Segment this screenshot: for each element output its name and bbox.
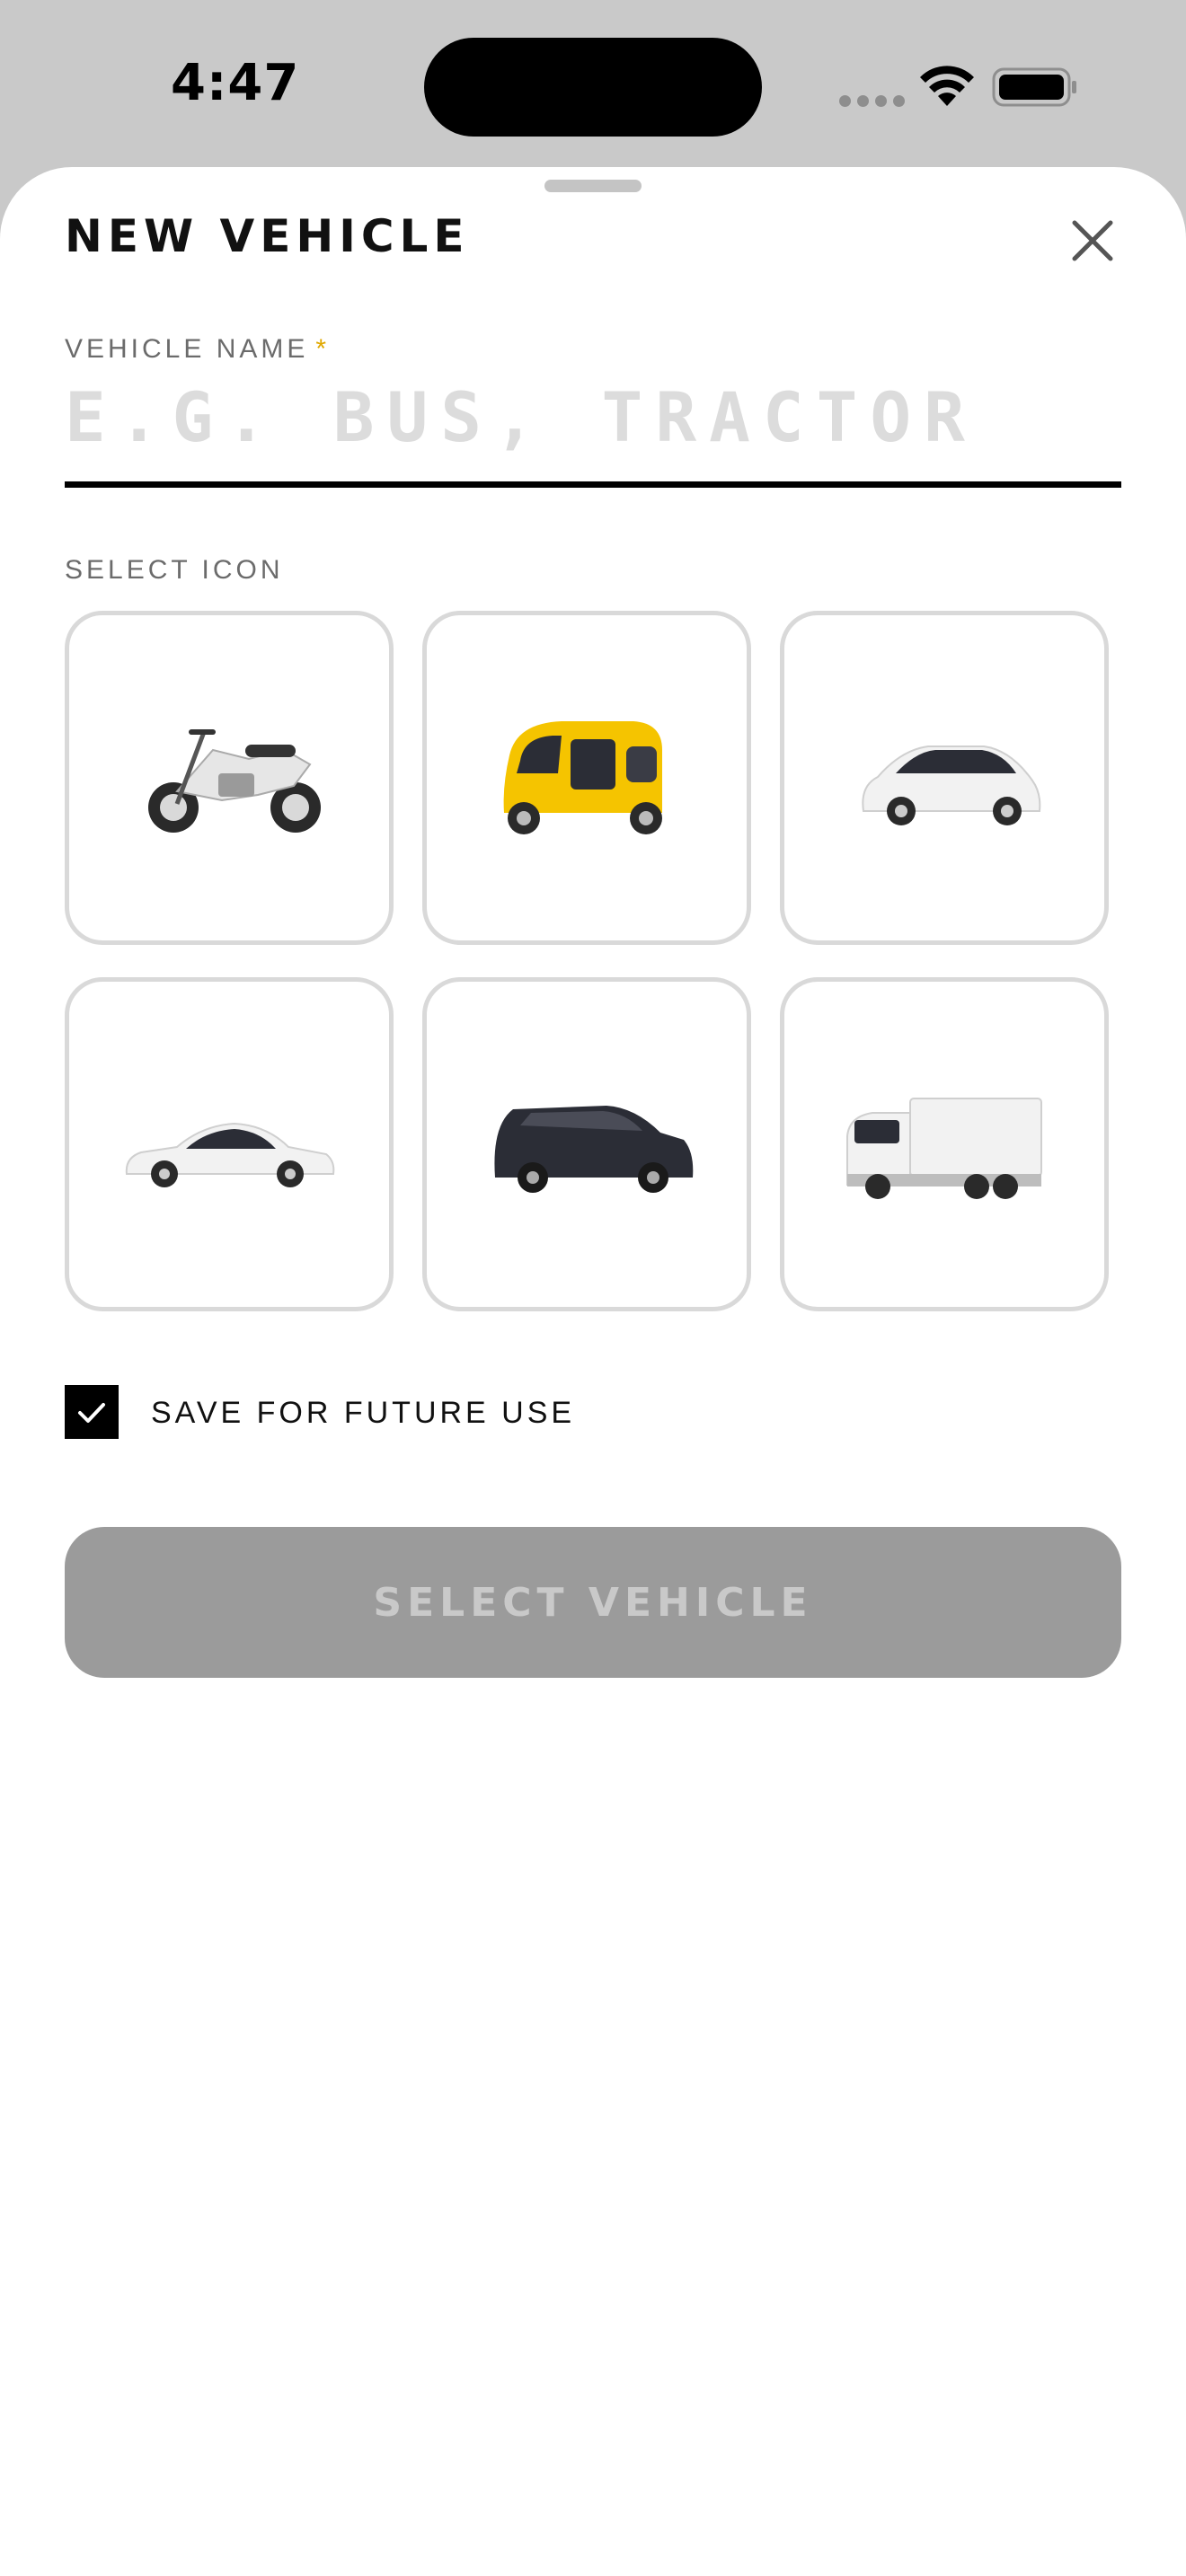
icon-tile-motorcycle[interactable] bbox=[65, 611, 394, 945]
required-marker: * bbox=[315, 334, 331, 364]
vehicle-name-input[interactable] bbox=[65, 370, 1121, 463]
hatchback-car-icon bbox=[862, 745, 1041, 825]
select-icon-label: SELECT ICON bbox=[65, 555, 284, 585]
vehicle-name-label-text: VEHICLE NAME bbox=[65, 334, 309, 364]
battery-icon bbox=[992, 67, 1076, 107]
auto-rickshaw-icon bbox=[503, 721, 662, 834]
save-checkbox[interactable] bbox=[65, 1385, 119, 1439]
sheet-title: NEW VEHICLE bbox=[65, 210, 470, 262]
status-time: 4:47 bbox=[171, 54, 300, 112]
icon-grid bbox=[65, 611, 1121, 1320]
icon-tile-hatchback[interactable] bbox=[780, 611, 1109, 945]
suv-car-icon bbox=[494, 1106, 694, 1193]
sheet-grabber[interactable] bbox=[544, 180, 642, 192]
truck-icon bbox=[846, 1098, 1042, 1199]
dynamic-island bbox=[424, 38, 762, 137]
status-bar: 4:47 bbox=[0, 0, 1186, 171]
icon-tile-suv[interactable] bbox=[422, 977, 751, 1311]
wifi-icon bbox=[920, 66, 974, 106]
save-for-future-label: SAVE FOR FUTURE USE bbox=[151, 1396, 576, 1430]
motorcycle-icon bbox=[148, 729, 321, 833]
signal-icon bbox=[839, 95, 913, 108]
new-vehicle-sheet: NEW VEHICLE VEHICLE NAME* SELECT ICON bbox=[0, 167, 1186, 2576]
input-underline bbox=[65, 481, 1121, 488]
checkmark-icon bbox=[78, 1403, 105, 1423]
icon-tile-truck[interactable] bbox=[780, 977, 1109, 1311]
sedan-car-icon bbox=[125, 1122, 335, 1187]
select-vehicle-button[interactable]: SELECT VEHICLE bbox=[65, 1527, 1121, 1678]
icon-tile-sedan[interactable] bbox=[65, 977, 394, 1311]
close-icon[interactable] bbox=[1066, 214, 1120, 268]
icon-tile-auto-rickshaw[interactable] bbox=[422, 611, 751, 945]
vehicle-name-label: VEHICLE NAME * bbox=[65, 334, 330, 365]
